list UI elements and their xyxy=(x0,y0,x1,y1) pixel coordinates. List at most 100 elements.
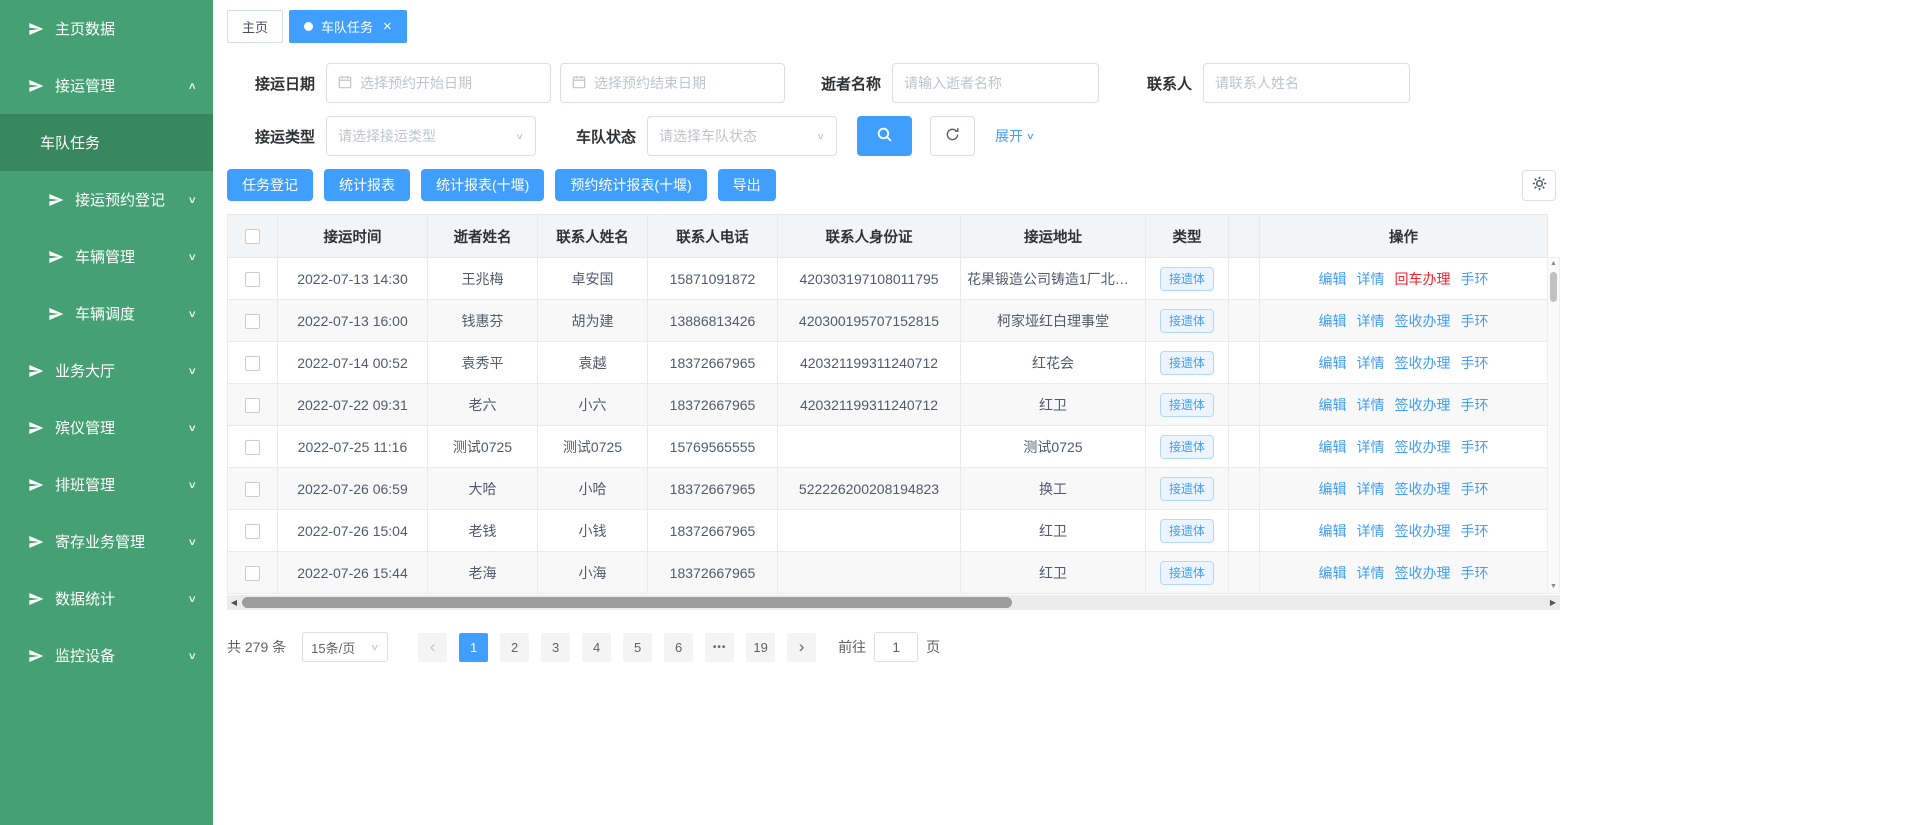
sidebar-item[interactable]: 主页数据 xyxy=(0,0,213,57)
toolbar-button[interactable]: 导出 xyxy=(718,169,776,201)
next-page-button[interactable]: › xyxy=(787,633,816,662)
toolbar-button[interactable]: 统计报表(十堰) xyxy=(421,169,544,201)
settings-button[interactable] xyxy=(1522,170,1556,201)
tab-home[interactable]: 主页 xyxy=(227,10,283,43)
row-checkbox[interactable] xyxy=(245,272,260,287)
refresh-button[interactable] xyxy=(930,116,975,156)
toolbar-button[interactable]: 统计报表 xyxy=(324,169,410,201)
action-link[interactable]: 详情 xyxy=(1357,271,1385,287)
page-button[interactable]: 19 xyxy=(746,633,775,662)
action-link[interactable]: 编辑 xyxy=(1319,313,1347,329)
scroll-left-arrow-icon[interactable]: ◀ xyxy=(227,595,241,610)
vertical-scrollbar-thumb[interactable] xyxy=(1550,272,1557,302)
action-link[interactable]: 编辑 xyxy=(1319,481,1347,497)
cell-type: 接遗体 xyxy=(1146,258,1229,300)
vertical-scrollbar[interactable]: ▲ ▼ xyxy=(1547,257,1560,594)
sidebar-item[interactable]: 数据统计∨ xyxy=(0,570,213,627)
action-link[interactable]: 手环 xyxy=(1461,355,1489,371)
sidebar-item[interactable]: 排班管理∨ xyxy=(0,456,213,513)
chevron-up-icon: ∧ xyxy=(187,80,197,92)
tab-fleet-task[interactable]: 车队任务 × xyxy=(289,10,407,43)
row-checkbox[interactable] xyxy=(245,566,260,581)
sidebar-item[interactable]: 接运预约登记∨ xyxy=(0,171,213,228)
action-link[interactable]: 签收办理 xyxy=(1395,565,1451,581)
page-button[interactable]: 6 xyxy=(664,633,693,662)
sidebar-item[interactable]: 接运管理∧ xyxy=(0,57,213,114)
date-end-input[interactable]: 选择预约结束日期 xyxy=(560,63,785,103)
page-button[interactable]: 3 xyxy=(541,633,570,662)
action-link[interactable]: 详情 xyxy=(1357,313,1385,329)
sidebar-item[interactable]: 车队任务 xyxy=(0,114,213,171)
page-size-select[interactable]: 15条/页 ∨ xyxy=(302,632,388,662)
toolbar-button[interactable]: 预约统计报表(十堰) xyxy=(555,169,706,201)
action-link[interactable]: 签收办理 xyxy=(1395,523,1451,539)
action-link[interactable]: 详情 xyxy=(1357,523,1385,539)
row-checkbox[interactable] xyxy=(245,524,260,539)
action-link[interactable]: 签收办理 xyxy=(1395,355,1451,371)
goto-page-input[interactable] xyxy=(874,632,918,662)
action-link[interactable]: 签收办理 xyxy=(1395,439,1451,455)
type-badge: 接遗体 xyxy=(1160,477,1214,501)
action-link[interactable]: 详情 xyxy=(1357,565,1385,581)
page-button[interactable]: 5 xyxy=(623,633,652,662)
action-link[interactable]: 详情 xyxy=(1357,439,1385,455)
sidebar-item[interactable]: 业务大厅∨ xyxy=(0,342,213,399)
scroll-down-arrow-icon[interactable]: ▼ xyxy=(1548,581,1559,593)
horizontal-scrollbar-thumb[interactable] xyxy=(242,597,1012,608)
action-link[interactable]: 回车办理 xyxy=(1395,271,1451,287)
action-link[interactable]: 编辑 xyxy=(1319,271,1347,287)
action-link[interactable]: 详情 xyxy=(1357,481,1385,497)
contact-input[interactable]: 请联系人姓名 xyxy=(1203,63,1410,103)
deceased-name-input[interactable]: 请输入逝者名称 xyxy=(892,63,1099,103)
sidebar-item[interactable]: 车辆调度∨ xyxy=(0,285,213,342)
pickup-type-select[interactable]: 请选择接运类型 ∨ xyxy=(326,116,536,156)
close-tab-icon[interactable]: × xyxy=(383,19,392,34)
row-checkbox[interactable] xyxy=(245,482,260,497)
send-icon xyxy=(28,362,45,379)
action-link[interactable]: 详情 xyxy=(1357,397,1385,413)
sidebar-item[interactable]: 殡仪管理∨ xyxy=(0,399,213,456)
sidebar-item[interactable]: 车辆管理∨ xyxy=(0,228,213,285)
prev-page-button[interactable]: ‹ xyxy=(418,633,447,662)
action-link[interactable]: 手环 xyxy=(1461,313,1489,329)
scroll-right-arrow-icon[interactable]: ▶ xyxy=(1546,595,1560,610)
action-link[interactable]: 签收办理 xyxy=(1395,313,1451,329)
action-link[interactable]: 编辑 xyxy=(1319,397,1347,413)
send-icon xyxy=(48,305,65,322)
action-link[interactable]: 编辑 xyxy=(1319,355,1347,371)
cell-deceased-name: 袁秀平 xyxy=(428,342,538,384)
scroll-up-arrow-icon[interactable]: ▲ xyxy=(1548,258,1559,270)
row-checkbox[interactable] xyxy=(245,440,260,455)
cell-contact-phone: 15769565555 xyxy=(648,426,778,468)
action-link[interactable]: 详情 xyxy=(1357,355,1385,371)
action-link[interactable]: 手环 xyxy=(1461,481,1489,497)
action-link[interactable]: 签收办理 xyxy=(1395,481,1451,497)
action-link[interactable]: 手环 xyxy=(1461,523,1489,539)
row-checkbox[interactable] xyxy=(245,398,260,413)
action-link[interactable]: 手环 xyxy=(1461,565,1489,581)
search-button[interactable] xyxy=(857,116,912,156)
fleet-status-select[interactable]: 请选择车队状态 ∨ xyxy=(647,116,837,156)
action-link[interactable]: 手环 xyxy=(1461,271,1489,287)
action-link[interactable]: 编辑 xyxy=(1319,439,1347,455)
expand-toggle[interactable]: 展开 ∨ xyxy=(995,126,1035,146)
sidebar-item[interactable]: 寄存业务管理∨ xyxy=(0,513,213,570)
row-checkbox[interactable] xyxy=(245,314,260,329)
page-button[interactable]: 1 xyxy=(459,633,488,662)
toolbar-button[interactable]: 任务登记 xyxy=(227,169,313,201)
horizontal-scrollbar[interactable]: ◀ ▶ xyxy=(227,595,1560,610)
page-button[interactable]: 2 xyxy=(500,633,529,662)
select-all-checkbox[interactable] xyxy=(245,229,260,244)
page-button[interactable]: 4 xyxy=(582,633,611,662)
sidebar-item-label: 殡仪管理 xyxy=(55,417,187,438)
row-checkbox[interactable] xyxy=(245,356,260,371)
chevron-down-icon: ∨ xyxy=(187,422,197,434)
action-link[interactable]: 手环 xyxy=(1461,439,1489,455)
action-link[interactable]: 手环 xyxy=(1461,397,1489,413)
sidebar-item[interactable]: 监控设备∨ xyxy=(0,627,213,684)
date-start-input[interactable]: 选择预约开始日期 xyxy=(326,63,551,103)
action-link[interactable]: 签收办理 xyxy=(1395,397,1451,413)
more-pages-button[interactable]: ••• xyxy=(705,633,734,662)
action-link[interactable]: 编辑 xyxy=(1319,523,1347,539)
action-link[interactable]: 编辑 xyxy=(1319,565,1347,581)
